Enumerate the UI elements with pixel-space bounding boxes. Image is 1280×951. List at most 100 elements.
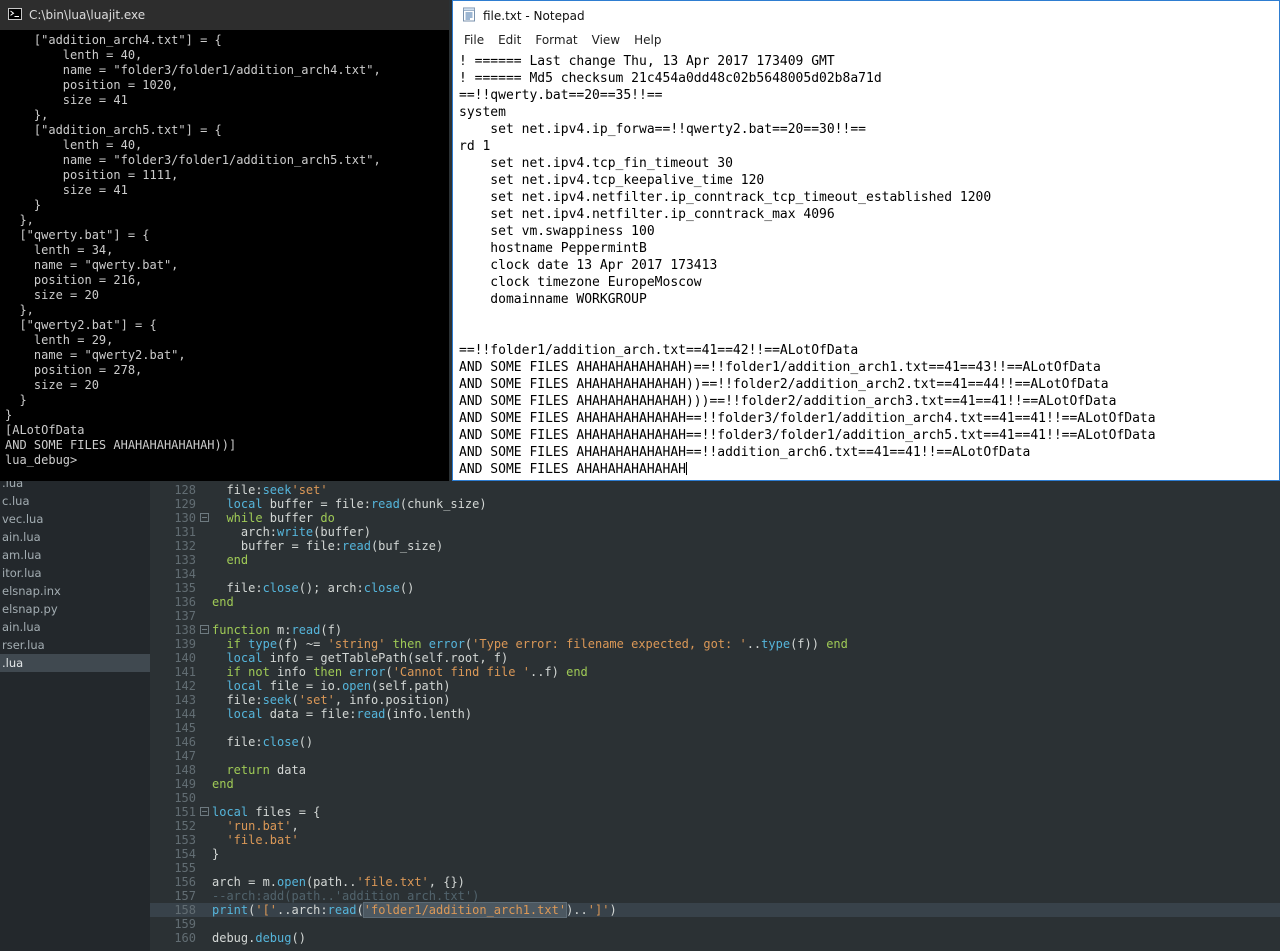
code-line[interactable]: 136 end xyxy=(150,595,1280,609)
fold-column xyxy=(196,875,212,889)
sidebar-file-item[interactable]: rser.lua xyxy=(0,636,150,654)
console-output[interactable]: ["addition_arch4.txt"] = { lenth = 40, n… xyxy=(0,30,449,468)
console-titlebar[interactable]: C:\bin\lua\luajit.exe xyxy=(0,0,449,30)
code-line[interactable]: 146 file:close() xyxy=(150,735,1280,749)
console-line: } xyxy=(5,393,27,407)
code-line[interactable]: 134 xyxy=(150,567,1280,581)
menu-format[interactable]: Format xyxy=(528,31,584,49)
menu-view[interactable]: View xyxy=(585,31,627,49)
fold-toggle-icon[interactable] xyxy=(199,513,209,522)
code-line[interactable]: 141 if not info then error('Cannot find … xyxy=(150,665,1280,679)
console-line: lenth = 40, xyxy=(5,48,143,62)
code-text: end xyxy=(212,595,234,609)
console-line: }, xyxy=(5,213,34,227)
notepad-line: set net.ipv4.tcp_fin_timeout 30 xyxy=(459,156,733,171)
console-line: name = "qwerty.bat", xyxy=(5,258,179,272)
code-line[interactable]: 145 xyxy=(150,721,1280,735)
notepad-line: rd 1 xyxy=(459,139,491,154)
fold-column xyxy=(196,889,212,903)
line-number: 159 xyxy=(174,917,196,931)
code-line[interactable]: 130 while buffer do xyxy=(150,511,1280,525)
code-line[interactable]: 151 local files = { xyxy=(150,805,1280,819)
sidebar-file-item[interactable]: itor.lua xyxy=(0,564,150,582)
fold-column xyxy=(196,609,212,623)
sidebar-file-item[interactable]: elsnap.py xyxy=(0,600,150,618)
fold-column xyxy=(196,931,212,945)
code-line[interactable]: 160 debug.debug() xyxy=(150,931,1280,945)
menu-file[interactable]: File xyxy=(457,31,491,49)
notepad-icon xyxy=(462,6,476,25)
fold-column xyxy=(196,735,212,749)
code-line[interactable]: 138 function m:read(f) xyxy=(150,623,1280,637)
fold-column xyxy=(196,861,212,875)
menu-edit[interactable]: Edit xyxy=(491,31,528,49)
notepad-line: set net.ipv4.netfilter.ip_conntrack_max … xyxy=(459,207,835,222)
console-line: name = "folder3/folder1/addition_arch4.t… xyxy=(5,63,381,77)
code-line[interactable]: 155 xyxy=(150,861,1280,875)
notepad-line: ! ====== Last change Thu, 13 Apr 2017 17… xyxy=(459,54,835,69)
code-line[interactable]: 159 xyxy=(150,917,1280,931)
fold-column xyxy=(196,903,212,917)
console-line: position = 216, xyxy=(5,273,143,287)
code-text: end xyxy=(226,553,249,567)
code-text: local info = getTablePath(self.root, f) xyxy=(226,651,509,665)
code-line[interactable]: 139 if type(f) ~= 'string' then error('T… xyxy=(150,637,1280,651)
line-number: 140 xyxy=(174,651,196,665)
fold-toggle-icon[interactable] xyxy=(199,625,209,634)
fold-column xyxy=(196,483,212,497)
fold-column xyxy=(196,777,212,791)
notepad-titlebar[interactable]: file.txt - Notepad xyxy=(453,1,1279,30)
notepad-text-area[interactable]: ! ====== Last change Thu, 13 Apr 2017 17… xyxy=(453,50,1279,478)
sidebar-file-item[interactable]: elsnap.inx xyxy=(0,582,150,600)
code-line[interactable]: 132 buffer = file:read(buf_size) xyxy=(150,539,1280,553)
code-line[interactable]: 128 file:seek'set' xyxy=(150,483,1280,497)
console-icon xyxy=(8,7,22,24)
sidebar-file-item[interactable]: ain.lua xyxy=(0,618,150,636)
console-line: ["qwerty.bat"] = { xyxy=(5,228,150,242)
console-line: name = "folder3/folder1/addition_arch5.t… xyxy=(5,153,381,167)
code-line[interactable]: 133 end xyxy=(150,553,1280,567)
code-line[interactable]: 156 arch = m.open(path..'file.txt', {}) xyxy=(150,875,1280,889)
sidebar-file-item[interactable]: ain.lua xyxy=(0,528,150,546)
code-line[interactable]: 158 print('['..arch:read('folder1/additio… xyxy=(150,903,1280,917)
menu-help[interactable]: Help xyxy=(627,31,668,49)
fold-column xyxy=(196,581,212,595)
console-window: C:\bin\lua\luajit.exe ["addition_arch4.t… xyxy=(0,0,449,481)
sidebar-file-list: .lua c.lua vec.lua ain.lua am.lua itor.lua els… xyxy=(0,474,150,672)
code-line[interactable]: 135 file:close(); arch:close() xyxy=(150,581,1280,595)
code-line[interactable]: 157 --arch:add(path..'addition_arch.txt') xyxy=(150,889,1280,903)
code-line[interactable]: 137 xyxy=(150,609,1280,623)
code-line[interactable]: 140 local info = getTablePath(self.root,… xyxy=(150,651,1280,665)
code-line[interactable]: 153 'file.bat' xyxy=(150,833,1280,847)
code-line[interactable]: 154} xyxy=(150,847,1280,861)
fold-column xyxy=(196,819,212,833)
line-number: 157 xyxy=(174,889,196,903)
code-line[interactable]: 150 xyxy=(150,791,1280,805)
code-text: arch = m.open(path..'file.txt', {}) xyxy=(212,875,465,889)
code-line[interactable]: 149 end xyxy=(150,777,1280,791)
code-line[interactable]: 148 return data xyxy=(150,763,1280,777)
code-line[interactable]: 144 local data = file:read(info.lenth) xyxy=(150,707,1280,721)
code-text: if not info then error('Cannot find file… xyxy=(226,665,588,679)
sidebar-file-item[interactable]: .lua xyxy=(0,654,150,672)
line-number: 130 xyxy=(174,511,196,525)
code-line[interactable]: 143 file:seek('set', info.position) xyxy=(150,693,1280,707)
fold-toggle-icon[interactable] xyxy=(199,807,209,816)
notepad-line xyxy=(459,308,1279,325)
fold-column xyxy=(196,763,212,777)
sidebar-file-item[interactable]: am.lua xyxy=(0,546,150,564)
sidebar-file-item[interactable]: vec.lua xyxy=(0,510,150,528)
fold-column xyxy=(196,791,212,805)
code-line[interactable]: 147 xyxy=(150,749,1280,763)
sidebar-file-item[interactable]: c.lua xyxy=(0,492,150,510)
console-line: ["addition_arch5.txt"] = { xyxy=(5,123,222,137)
fold-column xyxy=(196,497,212,511)
code-text: } xyxy=(212,847,220,861)
notepad-line: AND SOME FILES AHAHAHAHAHAHAH)))==!!fold… xyxy=(459,394,1117,409)
code-line[interactable]: 131 arch:write(buffer) xyxy=(150,525,1280,539)
code-line[interactable]: 129 local buffer = file:read(chunk_size) xyxy=(150,497,1280,511)
code-line[interactable]: 152 'run.bat', xyxy=(150,819,1280,833)
code-line[interactable]: 142 local file = io.open(self.path) xyxy=(150,679,1280,693)
